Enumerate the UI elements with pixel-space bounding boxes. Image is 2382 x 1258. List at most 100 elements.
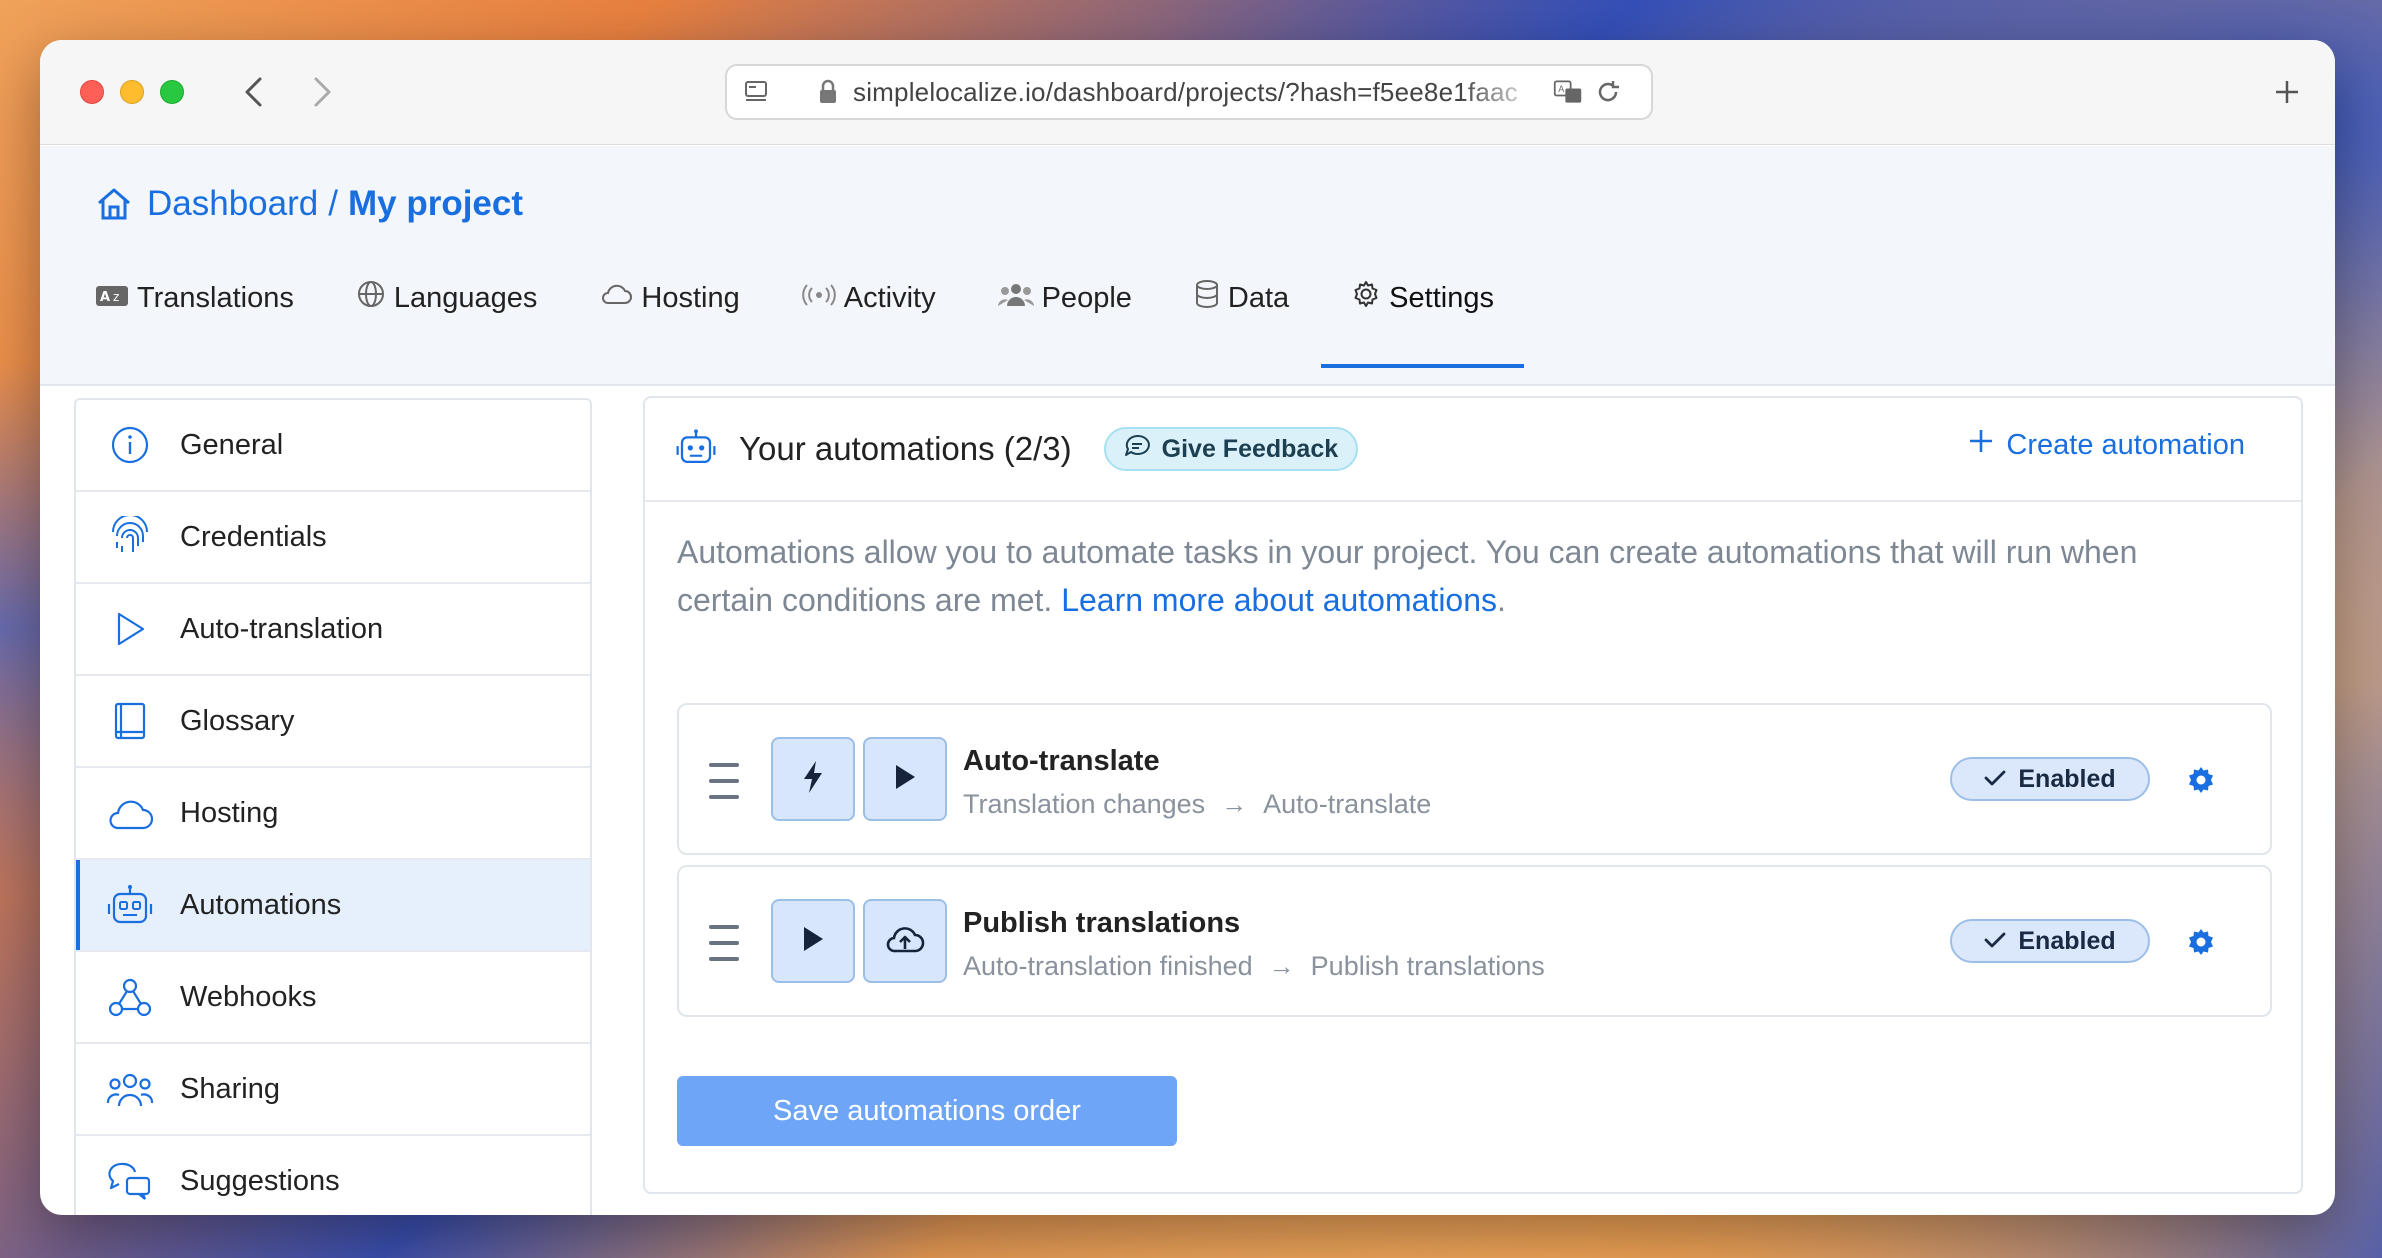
automation-action: Auto-translate	[1263, 789, 1432, 819]
tab-data[interactable]: Data	[1194, 268, 1289, 328]
status-badge[interactable]: Enabled	[1950, 757, 2150, 801]
plus-icon	[1968, 428, 2006, 462]
automation-name[interactable]: Auto-translate	[963, 745, 1160, 778]
learn-more-link[interactable]: Learn more about automations	[1061, 582, 1497, 618]
lock-icon	[813, 77, 843, 107]
automation-settings-gear-icon[interactable]	[2184, 925, 2218, 959]
check-icon	[1984, 927, 2018, 956]
robot-icon	[675, 428, 717, 471]
browser-toolbar: simplelocalize.io/dashboard/projects/?ha…	[40, 40, 2335, 145]
project-tabs: Az Translations Languages Hosting Activi…	[95, 268, 1556, 372]
drag-handle-icon[interactable]	[709, 925, 739, 961]
breadcrumb-project[interactable]: My project	[348, 184, 523, 224]
arrow-right-icon: →	[1221, 789, 1248, 819]
automations-description: Automations allow you to automate tasks …	[677, 528, 2237, 624]
chat-icon	[106, 1157, 154, 1205]
action-icon-box	[863, 737, 947, 821]
tab-settings[interactable]: Settings	[1321, 268, 1524, 368]
svg-text:A: A	[100, 290, 110, 305]
page-menu-icon[interactable]	[741, 77, 771, 107]
sidebar-item-credentials[interactable]: Credentials	[76, 492, 590, 584]
automation-settings-gear-icon[interactable]	[2184, 763, 2218, 797]
lightning-icon	[799, 759, 827, 800]
sidebar-item-automations[interactable]: Automations	[76, 860, 590, 952]
address-bar[interactable]: simplelocalize.io/dashboard/projects/?ha…	[725, 64, 1653, 120]
translate-icon: Az	[95, 282, 137, 315]
people-icon	[997, 280, 1042, 316]
automations-card-header: Your automations (2/3) Give Feedback Cre…	[645, 398, 2301, 502]
chat-bubble-icon	[1124, 434, 1162, 465]
sidebar-item-label: Webhooks	[180, 980, 317, 1013]
automation-flow: Translation changes → Auto-translate	[963, 789, 1431, 820]
automation-trigger: Auto-translation finished	[963, 951, 1253, 981]
sidebar-item-label: Auto-translation	[180, 612, 384, 645]
home-icon[interactable]	[95, 184, 135, 224]
tab-languages[interactable]: Languages	[356, 268, 538, 328]
sidebar-item-label: Credentials	[180, 520, 327, 553]
sidebar-item-suggestions[interactable]: Suggestions	[76, 1136, 590, 1215]
sidebar-item-general[interactable]: General	[76, 400, 590, 492]
webhook-icon	[106, 973, 154, 1021]
play-icon	[106, 605, 154, 653]
reload-icon[interactable]	[1593, 77, 1623, 107]
description-period: .	[1497, 582, 1506, 618]
sidebar-item-label: Glossary	[180, 704, 295, 737]
svg-text:A: A	[1558, 85, 1564, 95]
book-icon	[106, 697, 154, 745]
drag-handle-icon[interactable]	[709, 763, 739, 799]
automation-name[interactable]: Publish translations	[963, 907, 1240, 940]
create-automation-button[interactable]: Create automation	[1968, 428, 2245, 462]
tab-label: Hosting	[641, 281, 740, 314]
gear-icon	[1351, 279, 1389, 317]
sidebar-item-label: Hosting	[180, 796, 279, 829]
fingerprint-icon	[106, 513, 154, 561]
automation-flow: Auto-translation finished → Publish tran…	[963, 951, 1545, 982]
create-automation-label: Create automation	[2006, 428, 2245, 461]
new-tab-icon[interactable]	[2269, 74, 2305, 110]
breadcrumb-dashboard-link[interactable]: Dashboard	[147, 184, 318, 224]
play-icon	[892, 762, 918, 797]
tab-label: Translations	[137, 281, 294, 314]
sidebar-item-hosting[interactable]: Hosting	[76, 768, 590, 860]
tab-label: People	[1041, 281, 1132, 314]
breadcrumb-separator: /	[328, 184, 338, 223]
sidebar-item-label: Suggestions	[180, 1164, 340, 1197]
sidebar-item-glossary[interactable]: Glossary	[76, 676, 590, 768]
globe-icon	[356, 279, 394, 317]
automation-row: Auto-translate Translation changes → Aut…	[677, 703, 2272, 855]
trigger-icon-box	[771, 899, 855, 983]
tab-people[interactable]: People	[997, 268, 1132, 328]
give-feedback-label: Give Feedback	[1161, 434, 1339, 463]
automation-action: Publish translations	[1310, 951, 1545, 981]
sidebar-item-webhooks[interactable]: Webhooks	[76, 952, 590, 1044]
forward-icon[interactable]	[305, 74, 341, 110]
tab-translations[interactable]: Az Translations	[95, 268, 294, 328]
automation-trigger: Translation changes	[963, 789, 1206, 819]
sidebar-item-label: Automations	[180, 888, 342, 921]
cloud-icon	[599, 281, 641, 315]
sidebar-item-sharing[interactable]: Sharing	[76, 1044, 590, 1136]
minimize-window-button[interactable]	[120, 80, 144, 104]
sidebar-item-label: Sharing	[180, 1072, 280, 1105]
database-icon	[1194, 279, 1228, 317]
automations-title: Your automations (2/3)	[739, 430, 1072, 467]
settings-sidebar: General Credentials Auto-translation Glo…	[74, 398, 592, 1215]
close-window-button[interactable]	[80, 80, 104, 104]
translate-page-icon[interactable]: A	[1553, 77, 1583, 107]
tab-hosting[interactable]: Hosting	[599, 268, 740, 328]
tab-label: Activity	[843, 281, 936, 314]
zoom-window-button[interactable]	[160, 80, 184, 104]
back-icon[interactable]	[235, 74, 271, 110]
give-feedback-button[interactable]: Give Feedback	[1103, 427, 1359, 471]
sidebar-item-auto-translation[interactable]: Auto-translation	[76, 584, 590, 676]
save-automations-order-button[interactable]: Save automations order	[677, 1076, 1177, 1146]
robot-icon	[106, 881, 154, 929]
sidebar-item-label: General	[180, 428, 284, 461]
tab-label: Data	[1227, 281, 1290, 314]
tab-activity[interactable]: Activity	[802, 268, 936, 328]
status-badge[interactable]: Enabled	[1950, 919, 2150, 963]
action-icon-box	[863, 899, 947, 983]
info-icon	[106, 421, 154, 469]
browser-window: simplelocalize.io/dashboard/projects/?ha…	[40, 40, 2335, 1215]
tab-label: Languages	[393, 281, 538, 314]
